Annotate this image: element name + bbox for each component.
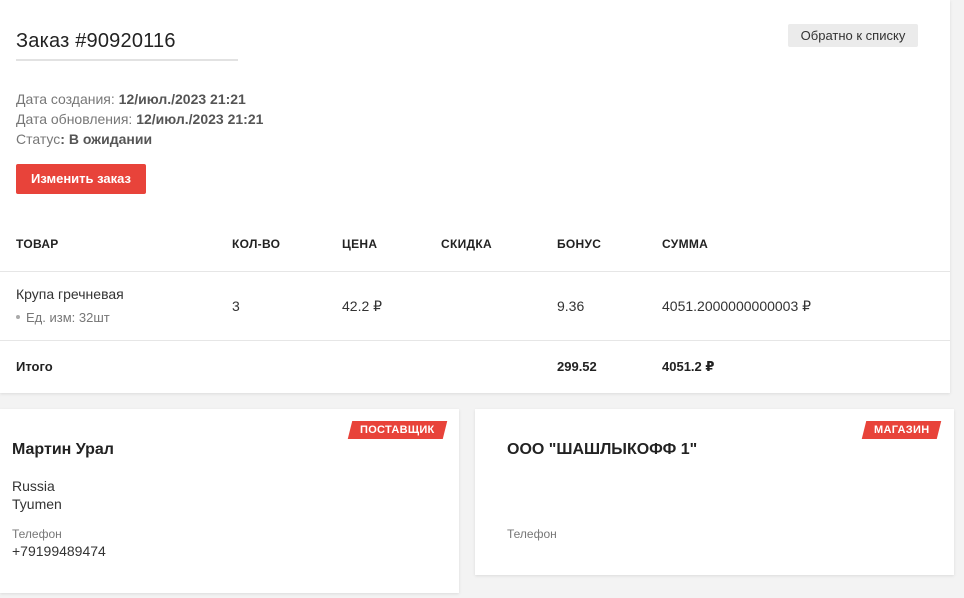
store-phone-label: Телефон — [507, 527, 557, 541]
column-header-product: ТОВАР — [16, 237, 59, 251]
table-divider — [0, 340, 950, 341]
supplier-country: Russia — [12, 478, 55, 494]
column-header-qty: КОЛ-ВО — [232, 237, 281, 251]
back-to-list-button[interactable]: Обратно к списку — [788, 24, 918, 47]
total-sum: 4051.2 ₽ — [662, 359, 715, 374]
title-divider — [16, 59, 238, 61]
status-label: Статус — [16, 131, 61, 147]
page-title: Заказ #90920116 — [16, 30, 176, 52]
store-name: ООО "ШАШЛЫКОФФ 1" — [507, 441, 698, 458]
order-status: Статус: В ожидании — [16, 131, 152, 147]
bullet-icon — [16, 314, 20, 319]
supplier-phone-label: Телефон — [12, 527, 62, 541]
table-divider — [0, 271, 950, 272]
column-header-discount: СКИДКА — [441, 237, 492, 251]
updated-date-value: 12/июл./2023 21:21 — [136, 111, 264, 127]
column-header-price: ЦЕНА — [342, 237, 378, 251]
created-date: Дата создания: 12/июл./2023 21:21 — [16, 91, 246, 107]
column-header-sum: СУММА — [662, 237, 709, 251]
product-unit: Ед. изм: 32шт — [16, 310, 110, 325]
store-badge: МАГАЗИН — [861, 421, 942, 439]
supplier-card: ПОСТАВЩИК Мартин Урал Russia Tyumen Теле… — [0, 409, 459, 593]
order-card: Заказ #90920116 Обратно к списку Дата со… — [0, 0, 950, 393]
status-value: : В ожидании — [60, 131, 153, 147]
supplier-city: Tyumen — [12, 496, 62, 512]
product-name: Крупа гречневая — [16, 286, 124, 302]
edit-order-button[interactable]: Изменить заказ — [16, 164, 146, 194]
product-unit-label: Ед. изм: 32шт — [26, 310, 110, 325]
created-date-label: Дата создания: — [16, 91, 119, 107]
product-sum: 4051.2000000000003 ₽ — [662, 298, 812, 314]
total-label: Итого — [16, 359, 53, 374]
updated-date-label: Дата обновления: — [16, 111, 137, 127]
supplier-badge: ПОСТАВЩИК — [347, 421, 447, 439]
store-badge-label: МАГАЗИН — [874, 424, 930, 436]
created-date-value: 12/июл./2023 21:21 — [118, 91, 246, 107]
supplier-name: Мартин Урал — [12, 441, 114, 458]
total-bonus: 299.52 — [557, 359, 597, 374]
updated-date: Дата обновления: 12/июл./2023 21:21 — [16, 111, 263, 127]
supplier-badge-label: ПОСТАВЩИК — [360, 424, 435, 436]
product-price: 42.2 ₽ — [342, 298, 383, 314]
product-bonus: 9.36 — [557, 298, 585, 314]
store-card: МАГАЗИН ООО "ШАШЛЫКОФФ 1" Телефон — [475, 409, 954, 575]
product-qty: 3 — [232, 298, 240, 314]
supplier-phone: +79199489474 — [12, 543, 106, 559]
column-header-bonus: БОНУС — [557, 237, 602, 251]
